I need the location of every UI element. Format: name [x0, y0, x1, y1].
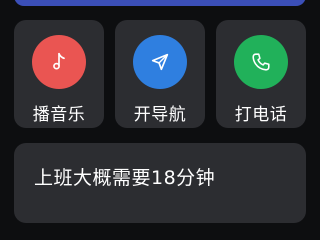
play-music-button[interactable]: 播音乐: [14, 20, 104, 128]
phone-icon: [252, 53, 270, 71]
phone-icon-circle: [234, 35, 288, 89]
commute-time-text: 上班大概需要18分钟: [34, 167, 216, 189]
start-navigation-button[interactable]: 开导航: [115, 20, 205, 128]
navigation-icon-circle: [133, 35, 187, 89]
make-call-button[interactable]: 打电话: [216, 20, 306, 128]
music-note-icon: [53, 52, 65, 70]
make-call-label: 打电话: [234, 105, 288, 125]
play-music-label: 播音乐: [32, 105, 86, 125]
top-banner[interactable]: [14, 0, 306, 6]
start-navigation-label: 开导航: [133, 105, 187, 125]
commute-card[interactable]: 上班大概需要18分钟: [14, 143, 306, 223]
music-icon-circle: [32, 35, 86, 89]
navigation-arrow-icon: [151, 53, 169, 71]
